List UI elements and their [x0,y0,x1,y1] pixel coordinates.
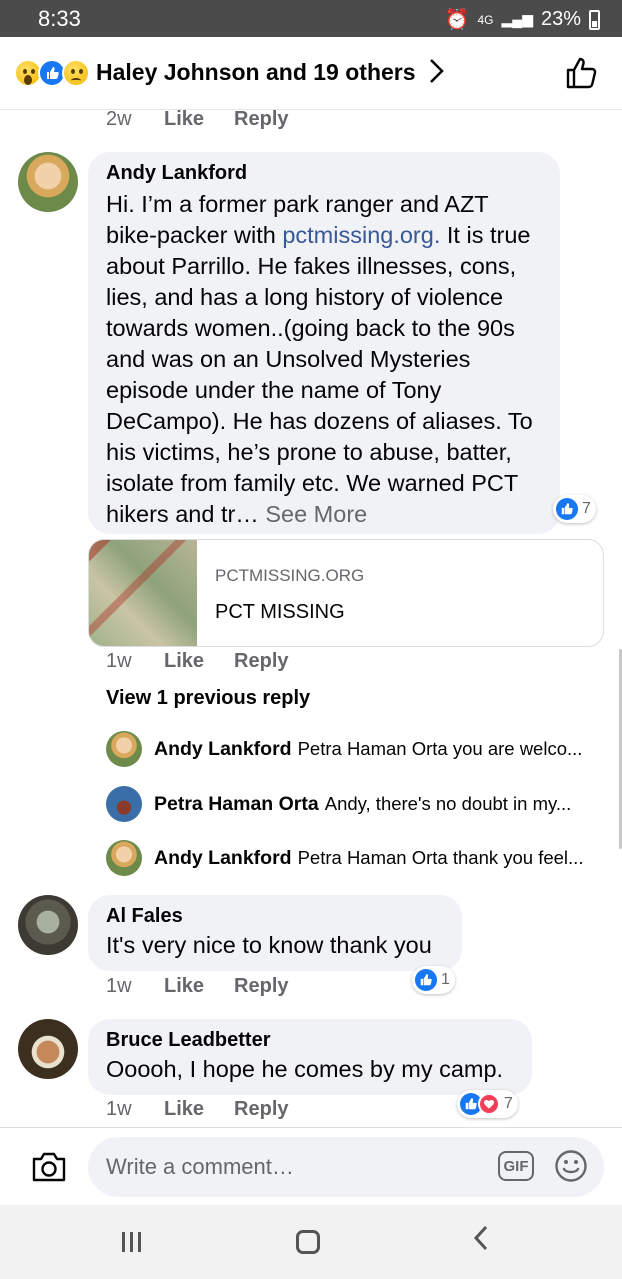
thumbs-up-icon[interactable] [564,55,600,96]
comment-time: 1w [106,1098,132,1120]
reactions-title[interactable]: Haley Johnson and 19 others [96,59,416,86]
see-more-link[interactable]: See More [265,501,367,527]
avatar[interactable] [18,895,78,955]
reply-button[interactable]: Reply [234,975,288,998]
map-thumbnail [89,540,197,646]
comments-sheet: Haley Johnson and 19 others 2w Like Repl… [0,37,622,1279]
comment-actions: 1w Like Reply [106,975,319,998]
reply-author[interactable]: Andy Lankford [154,847,292,870]
comment-text: Hi. I’m a former park ranger and AZT bik… [106,189,542,530]
reply-button[interactable]: Reply [234,1098,288,1121]
commenter-name[interactable]: Bruce Leadbetter [106,1029,514,1052]
comment-composer: Write a comment… GIF [0,1127,622,1205]
status-time: 8:33 [38,6,81,31]
comment-text: Ooooh, I hope he comes by my camp. [106,1056,504,1082]
commenter-name[interactable]: Andy Lankford [106,162,542,185]
link-preview-card[interactable]: PCTMISSING.ORG PCT MISSING [88,539,604,647]
reactions-header[interactable]: Haley Johnson and 19 others [0,37,622,110]
reaction-count: 1 [441,971,450,988]
like-button[interactable]: Like [164,108,204,131]
comment-bubble[interactable]: Andy Lankford Hi. I’m a former park rang… [88,152,560,534]
recent-apps-icon[interactable] [122,1232,141,1252]
comment-time: 2w [106,108,132,130]
comment-actions: 1w Like Reply [106,1098,319,1121]
reply-item[interactable]: Petra Haman Orta Andy, there's no doubt … [106,786,571,822]
reply-button[interactable]: Reply [234,108,288,131]
link-domain: PCTMISSING.ORG [215,566,365,585]
back-icon[interactable] [472,1223,490,1261]
comment-actions: 1w Like Reply [106,650,319,673]
reaction-count-badge[interactable]: 1 [412,966,455,994]
reply-item[interactable]: Andy Lankford Petra Haman Orta you are w… [106,731,582,767]
reply-text: Andy, there's no doubt in my... [324,793,572,814]
system-navigation-bar [0,1205,622,1279]
reply-author[interactable]: Andy Lankford [154,738,292,761]
emoji-icon[interactable] [554,1149,588,1188]
like-button[interactable]: Like [164,975,204,998]
camera-icon[interactable] [30,1150,68,1189]
status-icons: ⏰ 4G ▂▄▆ 23% [445,7,600,32]
comment-text-part: It is true about Parrillo. He fakes illn… [106,222,533,527]
comment-time: 1w [106,975,132,997]
comment-bubble[interactable]: Bruce Leadbetter Ooooh, I hope he comes … [88,1019,532,1095]
gif-icon[interactable]: GIF [498,1151,534,1181]
avatar[interactable] [18,152,78,212]
link-title: PCT MISSING [215,601,345,623]
reply-author[interactable]: Petra Haman Orta [154,793,319,816]
reaction-count: 7 [582,500,591,517]
like-button[interactable]: Like [164,650,204,673]
reply-item[interactable]: Andy Lankford Petra Haman Orta thank you… [106,840,583,876]
comment-time: 1w [106,650,132,672]
reaction-count-badge[interactable]: 7 [457,1090,518,1118]
status-bar: 8:33 ⏰ 4G ▂▄▆ 23% [0,0,622,37]
sad-reaction-icon [62,59,90,87]
view-previous-replies[interactable]: View 1 previous reply [106,687,310,710]
avatar[interactable] [106,840,142,876]
network-label: 4G [477,12,494,27]
reaction-count: 7 [504,1095,513,1112]
comment-bubble[interactable]: Al Fales It's very nice to know thank yo… [88,895,462,971]
like-reaction-icon [556,498,578,520]
previous-comment-actions: 2w Like Reply [106,108,319,131]
alarm-icon: ⏰ [444,9,470,31]
comment-link[interactable]: pctmissing.org. [282,222,440,248]
reaction-count-badge[interactable]: 7 [553,495,596,523]
battery-icon [589,9,600,30]
reply-text: Petra Haman Orta you are welco... [297,738,583,759]
signal-icon: ▂▄▆ [501,11,533,27]
like-button[interactable]: Like [164,1098,204,1121]
home-icon[interactable] [296,1230,320,1254]
comment-text: It's very nice to know thank you [106,932,432,958]
battery-percent: 23% [540,8,581,30]
love-reaction-icon [478,1093,500,1115]
like-reaction-icon [415,969,437,991]
reaction-summary[interactable] [14,59,94,87]
avatar[interactable] [106,731,142,767]
reply-button[interactable]: Reply [234,650,288,673]
reply-text: Petra Haman Orta thank you feel... [297,847,584,868]
chevron-right-icon[interactable] [428,57,446,90]
avatar[interactable] [106,786,142,822]
avatar[interactable] [18,1019,78,1079]
commenter-name[interactable]: Al Fales [106,905,444,928]
